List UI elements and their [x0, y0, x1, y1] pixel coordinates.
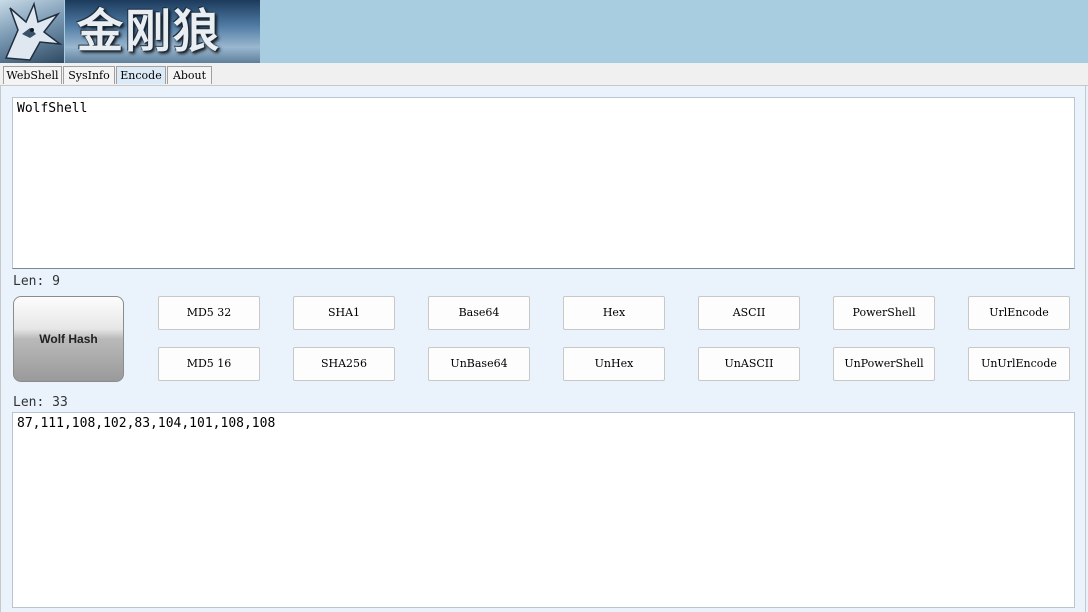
output-textarea[interactable]: 87,111,108,102,83,104,101,108,108 [12, 412, 1075, 608]
md5-32-button[interactable]: MD5 32 [158, 296, 260, 330]
tab-sysinfo[interactable]: SysInfo [63, 66, 115, 84]
md5-16-button[interactable]: MD5 16 [158, 347, 260, 381]
tab-bar: WebShell SysInfo Encode About [0, 63, 1088, 86]
unpowershell-button[interactable]: UnPowerShell [833, 347, 935, 381]
ascii-button[interactable]: ASCII [698, 296, 800, 330]
tab-webshell[interactable]: WebShell [3, 66, 62, 84]
unurlencode-button[interactable]: UnUrlEncode [968, 347, 1070, 381]
hex-button[interactable]: Hex [563, 296, 665, 330]
app-header: 金刚狼 [0, 0, 1088, 63]
unhex-button[interactable]: UnHex [563, 347, 665, 381]
app-title-logo: 金刚狼 [65, 0, 260, 63]
powershell-button[interactable]: PowerShell [833, 296, 935, 330]
wolf-hash-button[interactable]: Wolf Hash [13, 296, 124, 382]
input-length-label: Len: 9 [13, 274, 60, 289]
app-title-logo-text: 金刚狼 [77, 4, 221, 58]
output-length-label: Len: 33 [13, 395, 68, 410]
tab-about[interactable]: About [167, 66, 212, 84]
unascii-button[interactable]: UnASCII [698, 347, 800, 381]
base64-button[interactable]: Base64 [428, 296, 530, 330]
sha256-button[interactable]: SHA256 [293, 347, 395, 381]
wolf-logo-icon [0, 0, 64, 63]
unbase64-button[interactable]: UnBase64 [428, 347, 530, 381]
input-textarea[interactable]: WolfShell [12, 97, 1075, 269]
tab-encode[interactable]: Encode [116, 66, 166, 84]
urlencode-button[interactable]: UrlEncode [968, 296, 1070, 330]
sha1-button[interactable]: SHA1 [293, 296, 395, 330]
